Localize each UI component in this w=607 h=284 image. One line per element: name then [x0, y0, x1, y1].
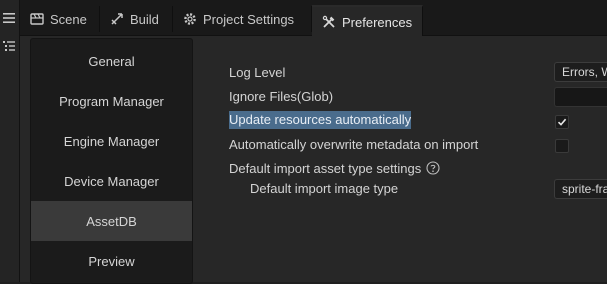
tools-icon — [322, 15, 336, 29]
help-icon[interactable] — [426, 161, 440, 178]
list-icon[interactable] — [2, 39, 16, 53]
tab-label: Build — [130, 11, 159, 27]
sidebar-item-label: Preview — [88, 253, 135, 269]
sidebar-item-device-manager[interactable]: Device Manager — [31, 161, 192, 201]
scene-icon — [30, 12, 44, 26]
preferences-sidebar: General Program Manager Engine Manager D… — [30, 38, 193, 284]
default-import-settings-label: Default import asset type settings — [229, 161, 440, 178]
ignore-files-input[interactable] — [554, 87, 607, 107]
sidebar-item-label: General — [88, 53, 135, 69]
log-level-value: Errors, W — [562, 65, 607, 79]
tab-label: Scene — [50, 11, 87, 27]
default-import-settings-text: Default import asset type settings — [229, 161, 422, 176]
sidebar-item-label: Engine Manager — [63, 133, 160, 149]
checkmark-icon — [557, 118, 567, 126]
sidebar-item-preview[interactable]: Preview — [31, 241, 192, 281]
sidebar-item-label: Device Manager — [64, 173, 159, 189]
overwrite-metadata-label: Automatically overwrite metadata on impo… — [229, 137, 479, 152]
update-resources-label: Update resources automatically — [229, 111, 412, 129]
build-icon — [110, 12, 124, 26]
log-level-label: Log Level — [229, 65, 286, 80]
sidebar-item-program-manager[interactable]: Program Manager — [31, 81, 192, 121]
gear-icon — [183, 12, 197, 26]
update-resources-checkbox[interactable] — [555, 115, 569, 129]
default-image-type-value: sprite-fra — [562, 182, 607, 196]
tab-bar: Scene Build Project Settings Preferences — [20, 0, 607, 37]
overwrite-metadata-checkbox[interactable] — [555, 139, 569, 153]
default-image-type-label: Default import image type — [250, 181, 399, 196]
sidebar-item-assetdb[interactable]: AssetDB — [31, 201, 192, 241]
log-level-select[interactable]: Errors, W — [554, 62, 607, 82]
tab-build[interactable]: Build — [100, 6, 173, 32]
ignore-files-label: Ignore Files(Glob) — [229, 89, 334, 104]
tab-project-settings[interactable]: Project Settings — [173, 6, 312, 32]
tab-scene[interactable]: Scene — [20, 6, 100, 32]
sidebar-item-label: AssetDB — [86, 213, 137, 229]
sidebar-item-general[interactable]: General — [31, 41, 192, 81]
tab-label: Preferences — [342, 14, 413, 30]
left-gutter — [0, 0, 20, 282]
hamburger-menu-icon[interactable] — [2, 11, 16, 25]
tab-preferences[interactable]: Preferences — [312, 5, 423, 37]
sidebar-item-label: Program Manager — [59, 93, 164, 109]
default-image-type-select[interactable]: sprite-fra — [554, 179, 607, 199]
sidebar-item-engine-manager[interactable]: Engine Manager — [31, 121, 192, 161]
preferences-panel: General Program Manager Engine Manager D… — [20, 36, 607, 284]
tab-label: Project Settings — [203, 11, 295, 27]
